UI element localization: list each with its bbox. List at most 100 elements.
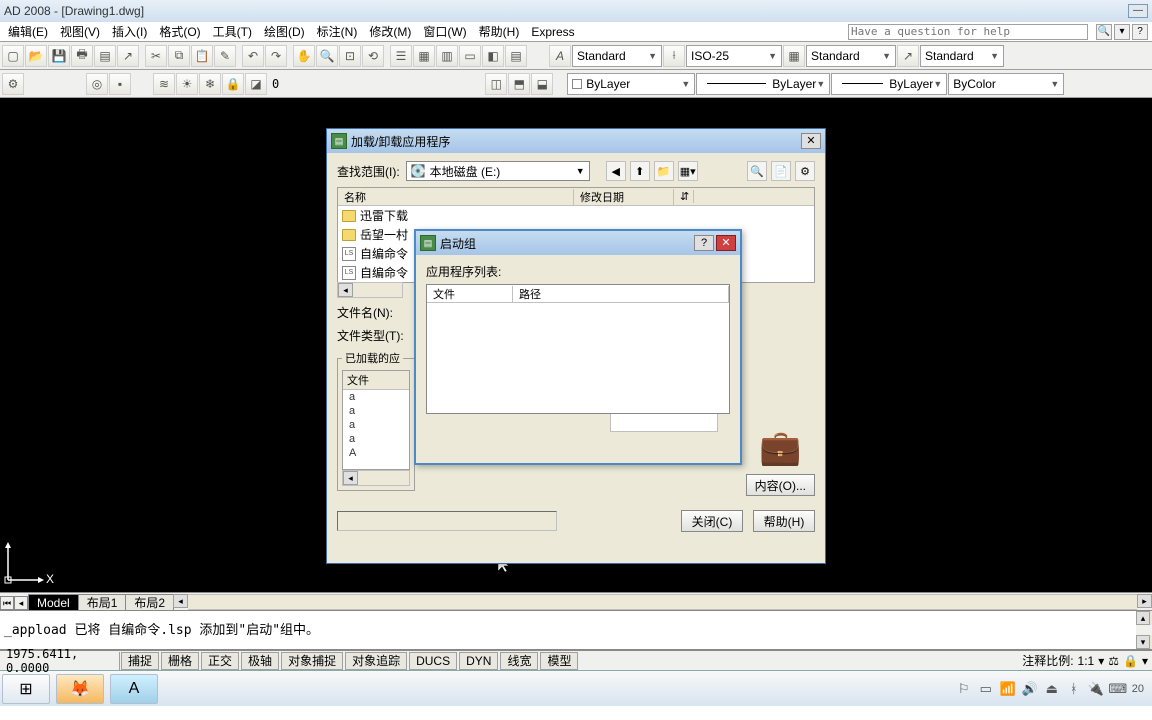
task-autocad[interactable]: A: [110, 674, 158, 704]
menu-view[interactable]: 视图(V): [56, 21, 104, 42]
contents-button[interactable]: 内容(O)...: [746, 474, 815, 496]
list-item[interactable]: A: [343, 446, 409, 460]
menu-edit[interactable]: 编辑(E): [4, 21, 52, 42]
redo-icon[interactable]: ↷: [265, 45, 287, 67]
task-firefox[interactable]: 🦊: [56, 674, 104, 704]
file-hscroll[interactable]: ◂: [337, 282, 403, 298]
undo-icon[interactable]: ↶: [242, 45, 264, 67]
menu-dim[interactable]: 标注(N): [313, 21, 362, 42]
dimstyle-icon[interactable]: ⟊: [663, 45, 685, 67]
menu-express[interactable]: Express: [527, 23, 578, 41]
cut-icon[interactable]: ✂: [145, 45, 167, 67]
menu-modify[interactable]: 修改(M): [365, 21, 415, 42]
mleader-combo[interactable]: Standard▼: [920, 45, 1004, 67]
list-item[interactable]: a: [343, 390, 409, 404]
startup-listbox[interactable]: 文件 路径: [426, 284, 730, 414]
layout-hscroll[interactable]: ◂ ▸: [173, 594, 1152, 610]
sun-icon[interactable]: ☀: [176, 73, 198, 95]
start-button[interactable]: ⊞: [2, 674, 50, 704]
startup-titlebar[interactable]: ▤ 启动组 ? ✕: [416, 231, 740, 255]
tray-bt-icon[interactable]: ᚼ: [1066, 681, 1082, 697]
dyn-toggle[interactable]: DYN: [459, 652, 498, 670]
help-search-input[interactable]: [848, 24, 1088, 40]
close-button[interactable]: 关闭(C): [681, 510, 743, 532]
tab-first-icon[interactable]: ⏮: [0, 596, 14, 610]
tray-flag-icon[interactable]: ⚐: [956, 681, 972, 697]
back-icon[interactable]: ◀: [606, 161, 626, 181]
command-text[interactable]: _appload 已将 自编命令.lsp 添加到"启动"组中。: [0, 611, 1136, 649]
grid-toggle[interactable]: 栅格: [161, 652, 199, 670]
menu-insert[interactable]: 插入(I): [108, 21, 151, 42]
zoom-window-icon[interactable]: ⊡: [339, 45, 361, 67]
appload-titlebar[interactable]: ▤ 加载/卸载应用程序 ✕: [327, 129, 825, 153]
workspace-icon[interactable]: ⚙: [2, 73, 24, 95]
command-line[interactable]: _appload 已将 自编命令.lsp 添加到"启动"组中。 ▴ ▾: [0, 610, 1152, 650]
paste-icon[interactable]: 📋: [191, 45, 213, 67]
tab-model[interactable]: Model: [28, 594, 79, 610]
dimstyle-combo[interactable]: ISO-25▼: [686, 45, 782, 67]
lineweight-combo[interactable]: ByLayer▼: [831, 73, 947, 95]
tray-wifi-icon[interactable]: 📶: [1000, 681, 1016, 697]
drawing-canvas[interactable]: X ▤ 加载/卸载应用程序 ✕ 查找范围(I): 💽 本地磁盘 (E:) ▼ ◀…: [0, 98, 1152, 592]
tab-prev-icon[interactable]: ◂: [14, 596, 28, 610]
list-item[interactable]: a: [343, 432, 409, 446]
scroll-down-icon[interactable]: ▾: [1136, 635, 1150, 649]
regen-icon[interactable]: ◎: [86, 73, 108, 95]
col-type[interactable]: ⇵: [674, 190, 694, 203]
tablestyle-icon[interactable]: ▦: [783, 45, 805, 67]
tray-power-icon[interactable]: 🔌: [1088, 681, 1104, 697]
lwt-toggle[interactable]: 线宽: [500, 652, 538, 670]
mleader-icon[interactable]: ↗: [897, 45, 919, 67]
startup-close-button[interactable]: ✕: [716, 235, 736, 251]
pan-icon[interactable]: ✋: [293, 45, 315, 67]
minimize-button[interactable]: —: [1128, 4, 1148, 18]
views-icon[interactable]: ▦▾: [678, 161, 698, 181]
calc-icon[interactable]: ▤: [505, 45, 527, 67]
dcenter-icon[interactable]: ▦: [413, 45, 435, 67]
hide-icon[interactable]: ▪: [109, 73, 131, 95]
color-icon[interactable]: ◪: [245, 73, 267, 95]
file-row[interactable]: 迅雷下载: [338, 206, 814, 225]
menu-draw[interactable]: 绘图(D): [260, 21, 309, 42]
up-icon[interactable]: ⬆: [630, 161, 650, 181]
insert-icon[interactable]: ⬒: [508, 73, 530, 95]
open-icon[interactable]: 📂: [25, 45, 47, 67]
osnap-toggle[interactable]: 对象捕捉: [281, 652, 343, 670]
tab-layout2[interactable]: 布局2: [125, 594, 174, 610]
annoauto-icon[interactable]: 🔒: [1123, 654, 1138, 668]
tray-kb-icon[interactable]: ⌨: [1110, 681, 1126, 697]
list-item[interactable]: a: [343, 418, 409, 432]
sheet-icon[interactable]: ▭: [459, 45, 481, 67]
ortho-toggle[interactable]: 正交: [201, 652, 239, 670]
command-vscroll[interactable]: ▴ ▾: [1136, 611, 1152, 649]
freeze-icon[interactable]: ❄: [199, 73, 221, 95]
annoscale-dd-icon[interactable]: ▾: [1098, 654, 1104, 668]
help-button[interactable]: 帮助(H): [753, 510, 815, 532]
lookin-combo[interactable]: 💽 本地磁盘 (E:) ▼: [406, 161, 590, 181]
menu-format[interactable]: 格式(O): [155, 21, 204, 42]
match-icon[interactable]: ✎: [214, 45, 236, 67]
tray-vol-icon[interactable]: 🔊: [1022, 681, 1038, 697]
zoom-realtime-icon[interactable]: 🔍: [316, 45, 338, 67]
scroll-right-icon[interactable]: ▸: [1137, 594, 1152, 608]
markup-icon[interactable]: ◧: [482, 45, 504, 67]
new-icon[interactable]: ▢: [2, 45, 24, 67]
appload-close-button[interactable]: ✕: [801, 133, 821, 149]
dropdown-icon[interactable]: ▾: [1114, 24, 1130, 40]
copy-icon[interactable]: ⧉: [168, 45, 190, 67]
help-icon[interactable]: ?: [1132, 24, 1148, 40]
xref-icon[interactable]: ⬓: [531, 73, 553, 95]
newfolder-icon[interactable]: 📁: [654, 161, 674, 181]
tools-icon[interactable]: ⚙: [795, 161, 815, 181]
scroll-left-icon[interactable]: ◂: [338, 283, 353, 297]
model-toggle[interactable]: 模型: [540, 652, 578, 670]
find-icon[interactable]: 🔍: [747, 161, 767, 181]
plot-preview-icon[interactable]: ▤: [94, 45, 116, 67]
loaded-hscroll[interactable]: ◂: [342, 470, 410, 486]
statustray-icon[interactable]: ▾: [1142, 654, 1148, 668]
fav-icon[interactable]: 📄: [771, 161, 791, 181]
search-icon[interactable]: 🔍: [1096, 24, 1112, 40]
publish-icon[interactable]: ↗: [117, 45, 139, 67]
startup-help-button[interactable]: ?: [694, 235, 714, 251]
plotstyle-combo[interactable]: ByColor▼: [948, 73, 1064, 95]
